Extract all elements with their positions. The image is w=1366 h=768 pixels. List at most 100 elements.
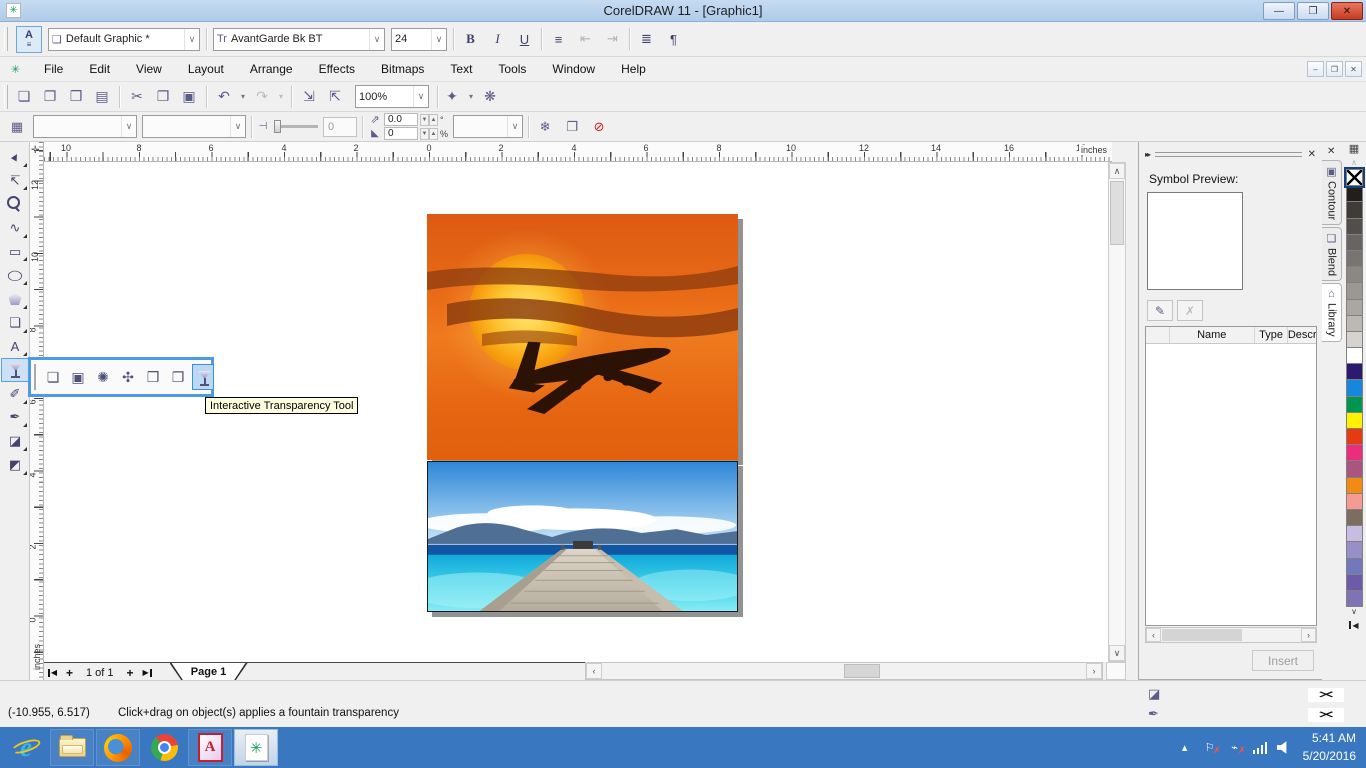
color-swatch[interactable] <box>1345 444 1363 462</box>
polygon-tool[interactable] <box>1 287 29 311</box>
spin-down-icon[interactable]: ▼ <box>420 113 429 126</box>
signal-strength-icon[interactable] <box>1251 741 1268 754</box>
toolbar-grip[interactable] <box>4 84 8 109</box>
interactive-transparency-tool[interactable] <box>1 358 29 382</box>
horizontal-scrollbar[interactable]: ‹ › <box>585 662 1103 680</box>
color-swatch[interactable] <box>1345 298 1363 316</box>
bold-button[interactable]: B <box>460 28 481 50</box>
chevron-down-icon[interactable]: ∨ <box>431 28 446 50</box>
menu-item[interactable]: View <box>123 59 175 79</box>
color-swatch[interactable] <box>1345 476 1363 494</box>
color-swatch[interactable] <box>1345 233 1363 251</box>
flyout-grip[interactable] <box>34 364 36 390</box>
minimize-button[interactable]: — <box>1263 2 1295 20</box>
show-hidden-icons[interactable]: ▴ <box>1177 741 1193 754</box>
menu-item[interactable]: Edit <box>76 59 123 79</box>
scrollbar-thumb[interactable] <box>844 664 880 678</box>
slider-knob[interactable] <box>274 120 281 133</box>
export-icon[interactable]: ⇱ <box>323 85 347 109</box>
add-page-after-button[interactable]: + <box>122 665 139 681</box>
symbol-list[interactable]: Name Type Descr <box>1145 326 1317 626</box>
underline-button[interactable]: U <box>514 28 535 50</box>
interactive-blend-tool[interactable]: ❏ <box>42 364 64 390</box>
chevron-down-icon[interactable]: ∨ <box>369 28 384 50</box>
tab-contour[interactable]: ▣ Contour <box>1322 160 1342 226</box>
add-page-before-button[interactable]: + <box>61 665 78 681</box>
tab-blend[interactable]: ❏ Blend <box>1322 227 1342 282</box>
text-tool[interactable]: A <box>1 335 29 359</box>
color-swatch[interactable] <box>1345 573 1363 591</box>
transparency-midpoint-slider[interactable] <box>274 120 318 133</box>
import-icon[interactable]: ⇲ <box>297 85 321 109</box>
color-swatch[interactable] <box>1345 460 1363 478</box>
print-icon[interactable]: ▤ <box>90 85 114 109</box>
spin-down-icon[interactable]: ▼ <box>420 127 429 140</box>
vertical-scrollbar[interactable]: ∧ ∨ <box>1108 162 1126 662</box>
color-swatch[interactable] <box>1345 379 1363 397</box>
menu-item[interactable]: Tools <box>485 59 539 79</box>
column-header[interactable] <box>1146 327 1170 343</box>
zoom-level-dropdown[interactable]: 100% ∨ <box>355 85 429 108</box>
column-header[interactable]: Name <box>1170 327 1255 343</box>
color-swatch[interactable] <box>1345 330 1363 349</box>
color-swatch[interactable] <box>1345 217 1363 235</box>
outline-tool[interactable]: ✒ <box>1 406 29 430</box>
angle-value-field[interactable]: 0.0 <box>384 113 418 126</box>
pick-tool[interactable]: ► <box>1 145 29 169</box>
transparency-target-dropdown[interactable]: ∨ <box>453 115 524 138</box>
menu-item[interactable]: File <box>31 59 76 79</box>
child-minimize-button[interactable]: – <box>1307 61 1324 77</box>
midpoint-value-field[interactable]: 0 <box>323 116 357 137</box>
edit-symbol-button[interactable]: ✎ <box>1147 300 1173 321</box>
interactive-drop-shadow-tool[interactable]: ❐ <box>167 364 189 390</box>
eyedropper-tool[interactable]: ✐ <box>1 382 29 406</box>
freeze-transparency-icon[interactable]: ❄ <box>534 116 556 138</box>
color-swatch[interactable] <box>1345 525 1363 543</box>
spin-up-icon[interactable]: ▲ <box>429 127 438 140</box>
copy-transparency-icon[interactable]: ❐ <box>561 116 583 138</box>
interactive-extrude-tool[interactable]: ❒ <box>142 364 164 390</box>
interactive-distortion-tool[interactable]: ✺ <box>92 364 114 390</box>
save-icon[interactable]: ❒ <box>64 85 88 109</box>
ruler-origin-icon[interactable]: ✛ <box>31 145 39 156</box>
chevron-down-icon[interactable]: ∨ <box>184 28 199 50</box>
file-explorer-icon[interactable] <box>50 729 94 766</box>
palette-expand-icon[interactable]: ◀ <box>1349 619 1358 631</box>
restore-button[interactable]: ❐ <box>1297 2 1329 20</box>
delete-symbol-button[interactable]: ✗ <box>1177 300 1203 321</box>
no-color-swatch[interactable] <box>1343 166 1365 189</box>
show-formatting-button[interactable]: ¶ <box>663 28 684 50</box>
menu-item[interactable]: Effects <box>306 59 368 79</box>
spin-up-icon[interactable]: ▲ <box>429 113 438 126</box>
docker-close-icon[interactable]: ✕ <box>1308 149 1316 160</box>
network-error-icon[interactable]: ⌁ ✗ <box>1227 741 1245 755</box>
separator[interactable] <box>116 85 123 109</box>
transparency-type-dropdown[interactable]: ∨ <box>33 115 137 138</box>
undo-icon[interactable]: ↶ <box>212 85 236 109</box>
basic-shapes-tool[interactable]: ❏ <box>1 311 29 335</box>
text-style-button[interactable]: A ≡ <box>16 25 42 53</box>
color-swatch[interactable] <box>1345 249 1363 268</box>
last-page-button[interactable]: ▶ <box>139 665 156 681</box>
volume-icon[interactable] <box>1276 741 1287 754</box>
horizontal-alignment-button[interactable]: ≡ <box>548 28 569 50</box>
menu-item[interactable]: Help <box>608 59 659 79</box>
child-restore-button[interactable]: ❐ <box>1326 61 1343 77</box>
docker-grab-handle[interactable] <box>1155 151 1302 157</box>
chrome-icon[interactable] <box>142 729 186 766</box>
scroll-right-icon[interactable]: › <box>1301 628 1316 642</box>
interactive-contour-tool[interactable]: ▣ <box>67 364 89 390</box>
corel-graphics-community-icon[interactable]: ❋ <box>478 85 502 109</box>
tab-library[interactable]: ⌂ Library <box>1322 283 1342 342</box>
color-swatch[interactable] <box>1345 492 1363 510</box>
menu-item[interactable]: Bitmaps <box>368 59 437 79</box>
paste-icon[interactable]: ▣ <box>177 85 201 109</box>
chevron-down-icon[interactable]: ∨ <box>413 86 428 107</box>
application-launcher-icon[interactable]: ✦ <box>440 85 464 109</box>
ellipse-tool[interactable]: ◯ <box>1 263 29 287</box>
fill-tool[interactable]: ◪ <box>1 429 29 453</box>
font-dropdown[interactable]: Tr AvantGarde Bk BT ∨ <box>213 27 385 51</box>
menu-item[interactable]: Arrange <box>237 59 306 79</box>
drawing-canvas[interactable] <box>44 162 1108 662</box>
child-close-button[interactable]: ✕ <box>1345 61 1362 77</box>
